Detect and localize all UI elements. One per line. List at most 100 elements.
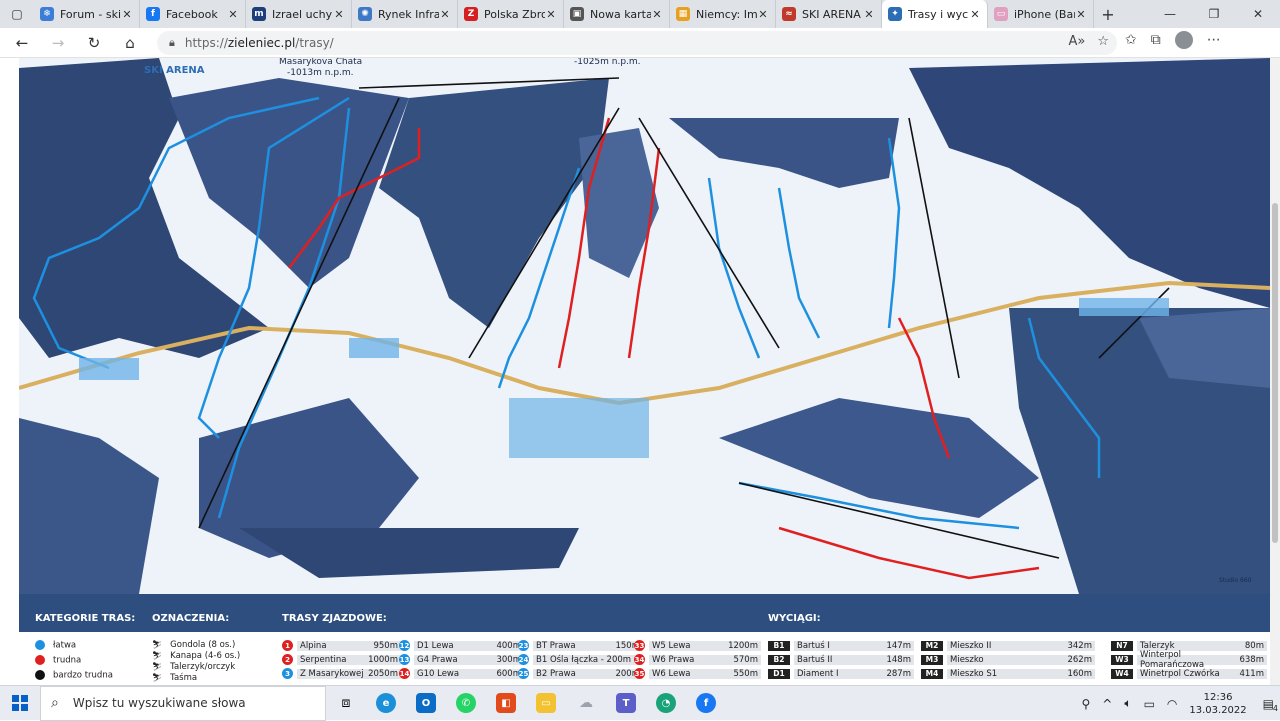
trail-row: 23BT Prawa150m [518,640,643,651]
volume-icon[interactable]: 🔈︎ [1124,696,1131,711]
new-tab-button[interactable]: + [1094,5,1122,24]
url-input[interactable]: 🔒︎ https://zieleniec.pl/trasy/ A» ☆ [157,31,1117,55]
tab-1[interactable]: ❄Forum - ski✕ [34,0,140,28]
lift-type-icon: ⛷ [152,651,162,660]
collections-icon[interactable]: ⧉ [1151,32,1161,48]
tab-close-icon[interactable]: ✕ [1075,8,1087,21]
ski-map-illustration: SKI ARENA Masarykova Chata -1013m n.p.m.… [19,58,1270,594]
restore-icon[interactable]: ❐ [1192,0,1236,28]
trail-length: 550m [733,669,758,679]
add-favorite-icon[interactable]: ☆ [1097,34,1109,49]
lift-bar: Mieszko S1160m [947,669,1095,679]
tab-7[interactable]: ▦Niemcy: Im✕ [670,0,776,28]
tab-4[interactable]: ✺Rynek Infra✕ [352,0,458,28]
tab-title: Forum - ski [60,8,121,21]
tab-10[interactable]: ▭ iPhone (Bar✕ [988,0,1094,28]
scrollbar-thumb[interactable] [1272,203,1278,543]
tab-close-icon[interactable]: ✕ [863,8,875,21]
notifications-icon[interactable]: ▤4 [1263,697,1274,711]
tab-close-icon[interactable]: ✕ [439,8,451,21]
marking-label: Kanapa (4-6 os.) [170,651,240,661]
trail-name: Alpina [300,641,327,651]
read-aloud-icon[interactable]: A» [1068,34,1085,49]
cloud-app-icon[interactable]: ☁ [566,686,606,721]
map-credit: Studio 660 [1219,577,1252,584]
taskbar-clock[interactable]: 12:36 13.03.2022 [1189,691,1246,717]
tab-close-icon[interactable]: ✕ [651,8,663,21]
tab-close-icon[interactable]: ✕ [333,8,345,21]
close-window-icon[interactable]: ✕ [1236,0,1280,28]
category-row: łatwa [35,640,76,651]
tab-close-icon[interactable]: ✕ [121,8,133,21]
outlook-icon[interactable]: O [406,686,446,721]
lift-length: 342m [1067,641,1092,651]
trail-length: 950m [373,641,398,651]
trail-bar: Alpina 950m [297,641,401,651]
map-peak-right-alt: -1025m n.p.m. [574,58,641,67]
teams-icon[interactable]: T [606,686,646,721]
lift-code-badge: N7 [1111,641,1133,651]
home-icon[interactable]: ⌂ [112,34,148,52]
taskbar-search-input[interactable]: ⌕ Wpisz tu wyszukiwane słowa [40,686,326,721]
tab-close-icon[interactable]: ✕ [545,8,557,21]
tab-close-icon[interactable]: ✕ [757,8,769,21]
lift-type-icon: ⛷ [152,662,162,671]
battery-icon[interactable]: ▭ [1144,697,1155,711]
map-legend: KATEGORIE TRAS: OZNACZENIA: TRASY ZJAZDO… [19,594,1270,685]
tray-chevron-icon[interactable]: ^ [1102,697,1112,711]
tab-9[interactable]: ✦ Trasy i wyci✕ [882,0,988,28]
minimize-icon[interactable]: — [1148,0,1192,28]
tab-6[interactable]: ▣Nowa karta✕ [564,0,670,28]
address-bar-row: ← → ↻ ⌂ 🔒︎ https://zieleniec.pl/trasy/ A… [0,28,1280,58]
whatsapp-icon[interactable]: ✆ [446,686,486,721]
tab-8[interactable]: ≈SKI ARENA✕ [776,0,882,28]
forward-icon[interactable]: → [40,34,76,52]
ski-map[interactable]: SKI ARENA Masarykova Chata -1013m n.p.m.… [19,58,1270,594]
trail-bar: G4 Prawa300m [414,655,524,665]
tab-close-icon[interactable]: ✕ [227,8,239,21]
menu-icon[interactable]: ⋯ [1207,32,1221,48]
task-view-icon[interactable]: ⧈ [326,686,366,721]
lift-name: Bartuś I [797,641,830,651]
people-icon[interactable]: ⚲ [1082,697,1091,711]
clock-time: 12:36 [1189,691,1246,704]
tab-actions-icon[interactable]: ▢ [0,0,34,28]
marking-label: Gondola (8 os.) [170,640,235,650]
marking-row: ⛷Taśma [152,673,197,683]
tab-favicon-icon: ✦ [888,7,902,21]
trail-length: 570m [733,655,758,665]
tab-3[interactable]: mIzrael uchyli✕ [246,0,352,28]
tab-favicon-icon: ≈ [782,7,796,21]
refresh-icon[interactable]: ↻ [76,34,112,52]
trail-name: D1 Lewa [417,641,454,651]
tab-favicon-icon: ▭ [994,7,1008,21]
lift-code-badge: D1 [768,669,790,679]
wifi-icon[interactable]: ◠ [1167,697,1177,711]
lift-code-badge: W3 [1111,655,1133,665]
tab-2[interactable]: fFacebook✕ [140,0,246,28]
lock-icon[interactable]: 🔒︎ [169,36,175,50]
trail-name: W5 Lewa [652,641,691,651]
windows-start-icon[interactable] [0,686,40,721]
tab-close-icon[interactable]: ✕ [969,8,981,21]
tab-5[interactable]: ZPolska Zbro✕ [458,0,564,28]
profile-avatar[interactable] [1175,31,1193,49]
edge-icon[interactable]: e [366,686,406,721]
app-green-icon[interactable]: ◔ [646,686,686,721]
tab-title: iPhone (Bar [1014,8,1075,21]
office-icon[interactable]: ◧ [486,686,526,721]
file-explorer-icon[interactable]: ▭ [526,686,566,721]
lift-row: D1Diament I287m [768,668,914,679]
trail-bar: Z Masarykowej2050m [297,669,401,679]
vertical-scrollbar[interactable] [1270,58,1280,685]
tab-title: Trasy i wyci [908,8,969,21]
back-icon[interactable]: ← [4,34,40,52]
favorites-icon[interactable]: ✩ [1125,32,1137,48]
markings-title: OZNACZENIA: [152,613,229,624]
lift-name: Mieszko II [950,641,991,651]
facebook-taskbar-icon[interactable]: f [686,686,726,721]
category-label: łatwa [53,641,76,651]
lift-name: Mieszko [950,655,984,665]
trail-row: 33W5 Lewa1200m [634,640,761,651]
category-row: bardzo trudna [35,670,113,681]
